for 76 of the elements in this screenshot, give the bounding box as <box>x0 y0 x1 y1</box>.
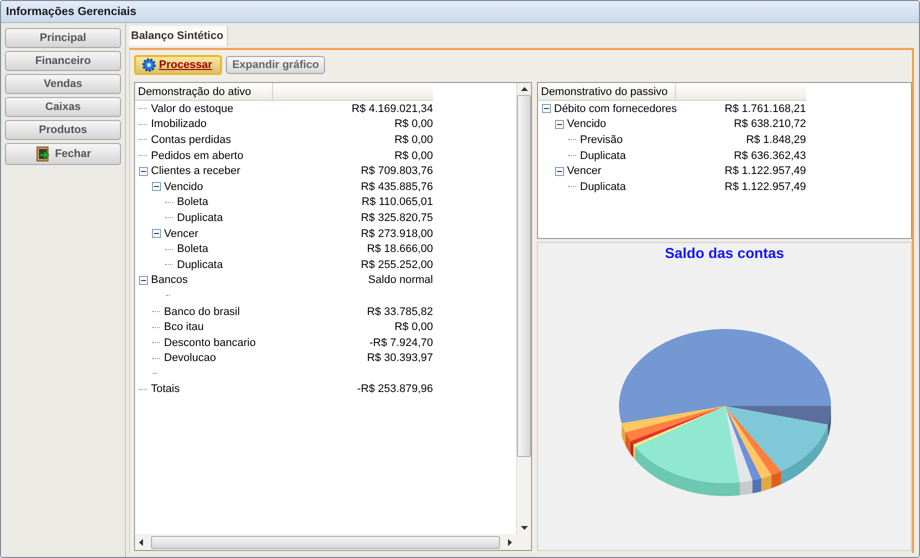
tree-value: R$ 1.848,29 <box>746 134 806 146</box>
tree-label[interactable]: Vencer <box>164 228 198 240</box>
tree-label[interactable]: Clientes a receber <box>151 165 240 178</box>
column-header: Demonstração do ativo <box>135 83 273 100</box>
collapse-icon[interactable] <box>152 229 161 238</box>
tree-value: R$ 33.785,82 <box>366 306 433 318</box>
tree-label[interactable]: Vencido <box>567 118 606 130</box>
vertical-scrollbar[interactable] <box>516 83 531 534</box>
tree-value: R$ 0,00 <box>394 150 433 162</box>
exit-door-icon <box>34 146 51 162</box>
tree-value: R$ 110.065,01 <box>362 196 433 208</box>
tree-value: -R$ 253.879,96 <box>357 383 433 396</box>
tree-label[interactable]: Contas perdidas <box>151 134 232 146</box>
tree-value: R$ 0,00 <box>394 321 433 334</box>
column-header: Demonstrativo do passivo <box>538 83 676 100</box>
tree-label[interactable]: Pedidos em aberto <box>151 150 244 162</box>
tree-value: R$ 30.393,97 <box>366 352 433 364</box>
sidebar-button[interactable]: Vendas <box>5 74 121 94</box>
scrollbar-thumb[interactable] <box>517 95 531 457</box>
tree-label[interactable]: Devolucao <box>164 352 216 364</box>
tree-label[interactable]: Duplicata <box>177 212 223 224</box>
tree-value: R$ 325.820,75 <box>360 212 433 224</box>
collapse-icon[interactable] <box>542 104 551 114</box>
tree-label[interactable]: Imobilizado <box>151 118 207 130</box>
sidebar-button[interactable]: Caixas <box>5 97 121 117</box>
tree-value: R$ 1.122.957,49 <box>724 180 806 193</box>
tree-label[interactable]: Boleta <box>177 196 208 208</box>
tree-value: R$ 1.761.168,21 <box>724 102 806 115</box>
sidebar-button[interactable]: Principal <box>5 28 121 48</box>
sidebar-button[interactable]: Produtos <box>5 120 121 140</box>
collapse-icon[interactable] <box>139 276 148 285</box>
tree-value: R$ 709.803,76 <box>360 165 433 178</box>
tree-label[interactable]: Bco itau <box>164 321 204 334</box>
collapse-icon[interactable] <box>152 182 161 192</box>
tree-label[interactable]: Vencido <box>164 180 204 193</box>
tree-value: R$ 0,00 <box>394 134 433 146</box>
chart-title: Saldo das contas <box>664 246 784 262</box>
scrollbar-thumb[interactable] <box>151 536 500 548</box>
tree-label[interactable]: Desconto bancario <box>164 336 256 349</box>
tree-value: R$ 273.918,00 <box>360 228 433 240</box>
tree-value: R$ 0,00 <box>394 118 433 130</box>
tree-label[interactable]: Bancos <box>151 274 188 286</box>
tree-value: R$ 636.362,43 <box>734 150 806 162</box>
collapse-icon[interactable] <box>555 166 564 176</box>
tree-label[interactable]: Banco do brasil <box>164 306 240 318</box>
tree-label[interactable]: Totais <box>151 383 180 396</box>
tree-label[interactable]: Boleta <box>177 243 208 256</box>
tree-value: R$ 435.885,76 <box>360 180 433 193</box>
tree-label[interactable]: Duplicata <box>580 150 626 162</box>
tree-value: -R$ 7.924,70 <box>369 336 433 349</box>
tree-value: R$ 4.169.021,34 <box>352 102 433 115</box>
gear-icon <box>142 58 156 72</box>
tree-value: R$ 1.122.957,49 <box>724 165 806 178</box>
tree-value: R$ 18.666,00 <box>366 243 433 256</box>
tree-label[interactable]: Duplicata <box>177 258 223 271</box>
scroll-up-icon[interactable] <box>520 87 528 91</box>
horizontal-scrollbar[interactable] <box>135 534 516 550</box>
sidebar-button[interactable]: Financeiro <box>5 51 121 71</box>
tree-label[interactable]: Previsão <box>580 134 623 146</box>
scroll-left-icon[interactable] <box>139 538 143 546</box>
expand-chart-button[interactable]: Expandir gráfico <box>226 56 326 74</box>
tree-value: R$ 255.252,00 <box>360 258 433 271</box>
collapse-icon[interactable] <box>555 120 564 129</box>
tab[interactable]: Balanço Sintético <box>129 26 228 46</box>
window-title: Informações Gerenciais <box>6 6 136 18</box>
sidebar-button[interactable]: Fechar <box>5 143 121 165</box>
collapse-icon[interactable] <box>139 166 148 176</box>
scroll-down-icon[interactable] <box>520 526 528 530</box>
tree-label[interactable]: Vencer <box>567 165 602 178</box>
scroll-right-icon[interactable] <box>508 538 512 546</box>
tree-value: Saldo normal <box>368 274 433 286</box>
tree-value: R$ 638.210,72 <box>734 118 806 130</box>
tree-label[interactable]: Duplicata <box>580 180 626 193</box>
tree-label[interactable]: Débito com fornecedores <box>554 102 677 115</box>
process-button[interactable]: Processar <box>134 55 222 75</box>
tree-label[interactable]: Valor do estoque <box>151 102 234 115</box>
